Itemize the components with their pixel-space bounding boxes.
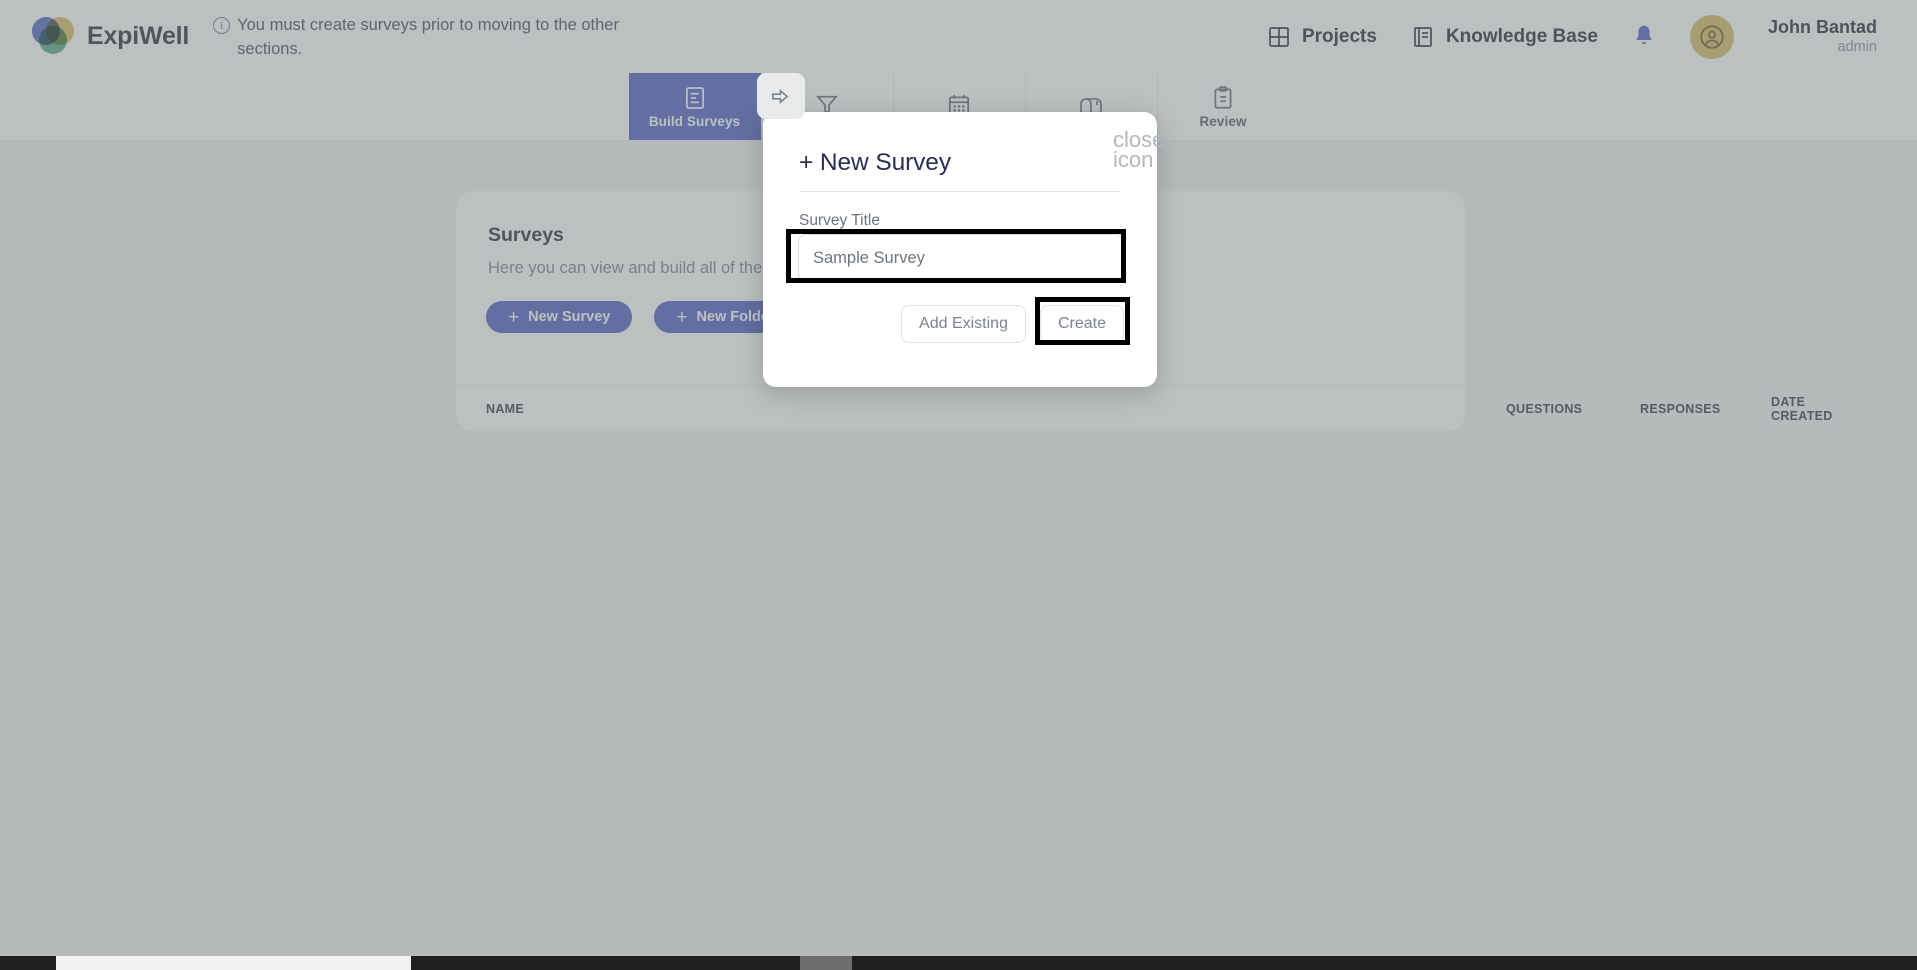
modal-action-buttons: Add Existing Create [901, 305, 1124, 343]
app-root: ExpiWell i You must create surveys prior… [0, 0, 1917, 970]
horizontal-scrollbar[interactable] [0, 956, 1917, 970]
survey-title-label: Survey Title [799, 212, 880, 229]
survey-title-input[interactable] [798, 234, 1124, 282]
scrollbar-thumb-secondary[interactable] [800, 956, 852, 970]
add-existing-button[interactable]: Add Existing [901, 305, 1026, 343]
scrollbar-thumb[interactable] [56, 956, 411, 970]
modal-title: + New Survey [799, 149, 951, 176]
survey-title-input-wrap [798, 234, 1124, 282]
modal-divider [799, 191, 1121, 192]
close-icon[interactable]: close-icon [1113, 129, 1172, 171]
arrow-right-icon[interactable] [756, 73, 805, 119]
create-button[interactable]: Create [1039, 305, 1124, 343]
new-survey-modal: close-icon + New Survey Survey Title Add… [763, 112, 1172, 387]
